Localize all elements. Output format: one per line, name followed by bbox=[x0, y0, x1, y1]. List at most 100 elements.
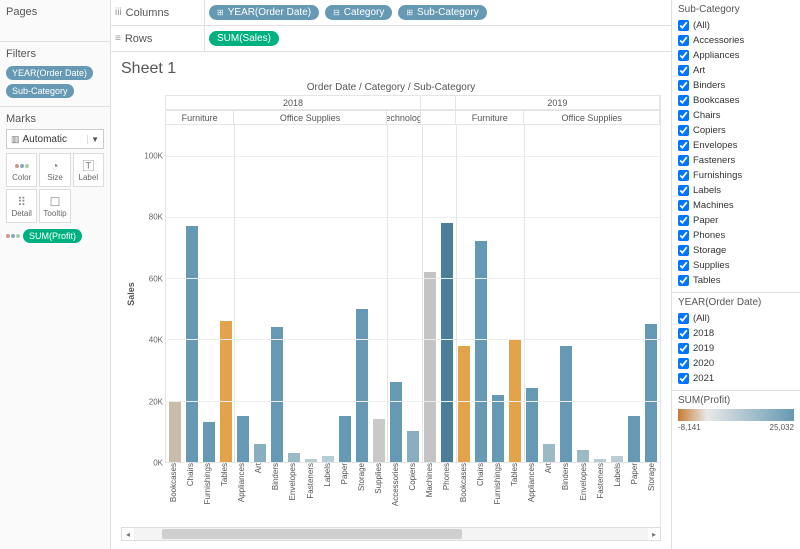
checkbox[interactable] bbox=[678, 260, 689, 271]
subcategory-item[interactable]: Copiers bbox=[678, 123, 794, 138]
column-pill[interactable]: ⊞Sub-Category bbox=[398, 5, 486, 20]
bar[interactable] bbox=[645, 324, 657, 462]
bar[interactable] bbox=[475, 241, 487, 462]
checkbox[interactable] bbox=[678, 140, 689, 151]
pages-shelf[interactable]: Pages bbox=[0, 0, 110, 42]
bar[interactable] bbox=[169, 401, 181, 462]
mark-detail-button[interactable]: ⠿Detail bbox=[6, 189, 37, 223]
bar[interactable] bbox=[356, 309, 368, 462]
checkbox[interactable] bbox=[678, 65, 689, 76]
year-item[interactable]: 2019 bbox=[678, 341, 794, 356]
checkbox[interactable] bbox=[678, 80, 689, 91]
subcategory-item[interactable]: Accessories bbox=[678, 33, 794, 48]
checkbox[interactable] bbox=[678, 170, 689, 181]
mark-tooltip-button[interactable]: ☐Tooltip bbox=[39, 189, 70, 223]
bar[interactable] bbox=[407, 431, 419, 462]
checkbox[interactable] bbox=[678, 95, 689, 106]
checkbox[interactable] bbox=[678, 373, 689, 384]
subcategory-item[interactable]: Art bbox=[678, 63, 794, 78]
subcategory-item[interactable]: Envelopes bbox=[678, 138, 794, 153]
subcategory-item[interactable]: Tables bbox=[678, 273, 794, 288]
filter-pill[interactable]: YEAR(Order Date) bbox=[6, 66, 93, 80]
column-pill[interactable]: ⊟Category bbox=[325, 5, 392, 20]
checkbox[interactable] bbox=[678, 230, 689, 241]
bar[interactable] bbox=[237, 416, 249, 462]
filter-pill[interactable]: Sub-Category bbox=[6, 84, 74, 98]
checkbox-label: Supplies bbox=[693, 260, 729, 271]
subcategory-item[interactable]: Supplies bbox=[678, 258, 794, 273]
subcategory-item[interactable]: Bookcases bbox=[678, 93, 794, 108]
bar[interactable] bbox=[373, 419, 385, 462]
subcategory-item[interactable]: Storage bbox=[678, 243, 794, 258]
checkbox[interactable] bbox=[678, 343, 689, 354]
chart-plot[interactable] bbox=[165, 125, 660, 463]
checkbox[interactable] bbox=[678, 313, 689, 324]
checkbox[interactable] bbox=[678, 275, 689, 286]
bar[interactable] bbox=[543, 444, 555, 462]
sheet-title[interactable]: Sheet 1 bbox=[121, 60, 661, 78]
bar[interactable] bbox=[526, 388, 538, 462]
subcategory-item[interactable]: Paper bbox=[678, 213, 794, 228]
checkbox[interactable] bbox=[678, 20, 689, 31]
scroll-left-icon[interactable]: ◂ bbox=[122, 530, 134, 539]
bar[interactable] bbox=[186, 226, 198, 462]
subcategory-item[interactable]: Chairs bbox=[678, 108, 794, 123]
mark-label-button[interactable]: 🅃Label bbox=[73, 153, 104, 187]
checkbox[interactable] bbox=[678, 155, 689, 166]
filters-shelf[interactable]: Filters YEAR(Order Date)Sub-Category bbox=[0, 42, 110, 107]
checkbox[interactable] bbox=[678, 245, 689, 256]
scroll-thumb[interactable] bbox=[162, 529, 462, 539]
checkbox[interactable] bbox=[678, 35, 689, 46]
checkbox[interactable] bbox=[678, 110, 689, 121]
row-pill[interactable]: SUM(Sales) bbox=[209, 31, 279, 46]
column-pill[interactable]: ⊞YEAR(Order Date) bbox=[209, 5, 319, 20]
bar[interactable] bbox=[203, 422, 215, 462]
checkbox[interactable] bbox=[678, 125, 689, 136]
year-item[interactable]: 2018 bbox=[678, 326, 794, 341]
bar[interactable] bbox=[271, 327, 283, 462]
horizontal-scrollbar[interactable]: ◂ ▸ bbox=[121, 527, 661, 541]
checkbox-label: (All) bbox=[693, 313, 710, 324]
mark-color-label: Color bbox=[12, 173, 31, 182]
subcategory-item[interactable]: Appliances bbox=[678, 48, 794, 63]
year-item[interactable]: 2021 bbox=[678, 371, 794, 386]
subcategory-item[interactable]: Furnishings bbox=[678, 168, 794, 183]
scroll-track[interactable] bbox=[134, 528, 648, 540]
bar[interactable] bbox=[441, 223, 453, 462]
mark-color-button[interactable]: Color bbox=[6, 153, 37, 187]
bar[interactable] bbox=[390, 382, 402, 462]
sheet-area: Sheet 1 Order Date / Category / Sub-Cate… bbox=[111, 52, 671, 549]
bar[interactable] bbox=[424, 272, 436, 462]
subcategory-item[interactable]: Phones bbox=[678, 228, 794, 243]
checkbox[interactable] bbox=[678, 50, 689, 61]
bar[interactable] bbox=[288, 453, 300, 462]
checkbox[interactable] bbox=[678, 328, 689, 339]
checkbox[interactable] bbox=[678, 215, 689, 226]
subcategory-item[interactable]: Machines bbox=[678, 198, 794, 213]
year-item[interactable]: (All) bbox=[678, 311, 794, 326]
bar[interactable] bbox=[560, 346, 572, 462]
bar[interactable] bbox=[628, 416, 640, 462]
subcategory-item[interactable]: (All) bbox=[678, 18, 794, 33]
bar[interactable] bbox=[458, 346, 470, 462]
checkbox[interactable] bbox=[678, 185, 689, 196]
mark-type-dropdown[interactable]: ▥ Automatic ▼ bbox=[6, 129, 104, 149]
profit-pill[interactable]: SUM(Profit) bbox=[23, 229, 82, 243]
checkbox[interactable] bbox=[678, 200, 689, 211]
year-item[interactable]: 2020 bbox=[678, 356, 794, 371]
scroll-right-icon[interactable]: ▸ bbox=[648, 530, 660, 539]
bar[interactable] bbox=[339, 416, 351, 462]
profit-gradient-bar[interactable] bbox=[678, 409, 794, 421]
rows-shelf[interactable]: ≡Rows SUM(Sales) bbox=[111, 26, 671, 52]
bar[interactable] bbox=[254, 444, 266, 462]
subcategory-item[interactable]: Labels bbox=[678, 183, 794, 198]
bar[interactable] bbox=[220, 321, 232, 462]
bar[interactable] bbox=[577, 450, 589, 462]
subcategory-item[interactable]: Fasteners bbox=[678, 153, 794, 168]
mark-size-button[interactable]: ◔Size bbox=[39, 153, 70, 187]
bar[interactable] bbox=[492, 395, 504, 462]
subcategory-item[interactable]: Binders bbox=[678, 78, 794, 93]
checkbox[interactable] bbox=[678, 358, 689, 369]
columns-shelf[interactable]: iiiColumns ⊞YEAR(Order Date)⊟Category⊞Su… bbox=[111, 0, 671, 26]
checkbox-label: 2021 bbox=[693, 373, 714, 384]
